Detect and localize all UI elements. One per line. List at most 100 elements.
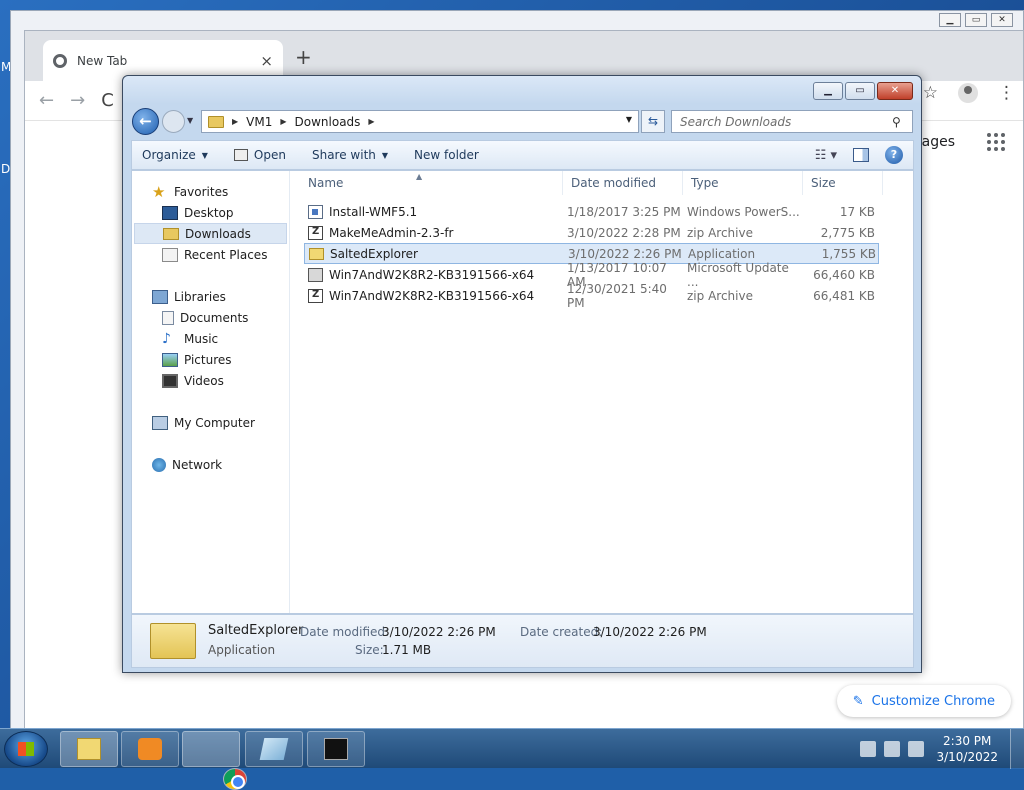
- pencil-icon: ✎: [852, 693, 864, 709]
- nav-desktop[interactable]: Desktop: [132, 202, 289, 223]
- tab-close-icon[interactable]: ×: [260, 52, 273, 70]
- nav-label: Network: [172, 457, 223, 472]
- address-bar[interactable]: ▶ VM1 ▶ Downloads ▶ ▼: [201, 110, 639, 133]
- taskbar-cmd-button[interactable]: [307, 731, 365, 767]
- media-player-icon: [138, 738, 162, 760]
- minimize-button[interactable]: ▁: [939, 13, 961, 27]
- file-row[interactable]: Win7AndW2K8R2-KB3191566-x64 12/30/2021 5…: [304, 282, 879, 310]
- back-arrow-icon[interactable]: ←: [39, 90, 54, 111]
- file-row[interactable]: MakeMeAdmin-2.3-fr 3/10/2022 2:28 PM zip…: [304, 222, 879, 243]
- documents-icon: [162, 310, 174, 325]
- search-icon[interactable]: ⚲: [892, 115, 912, 129]
- navigation-pane: ★ Favorites Desktop Downloads Recent Pla…: [132, 171, 290, 613]
- zip-archive-icon: [308, 288, 323, 303]
- show-desktop-button[interactable]: [1010, 729, 1024, 769]
- nav-downloads[interactable]: Downloads: [134, 223, 287, 244]
- update-package-icon: [308, 267, 323, 282]
- bookmark-star-icon[interactable]: ☆: [923, 83, 938, 103]
- nav-label: Pictures: [184, 352, 232, 367]
- chrome-tab-strip: New Tab × +: [25, 31, 1023, 81]
- nav-network[interactable]: Network: [132, 454, 289, 475]
- volume-icon[interactable]: [908, 741, 924, 757]
- details-pane: SaltedExplorer Application Date modified…: [131, 614, 914, 668]
- forward-button[interactable]: [162, 110, 185, 133]
- explorer-titlebar[interactable]: ▁ ▭ ✕: [123, 76, 921, 104]
- preview-pane-icon[interactable]: [853, 148, 869, 162]
- file-name: Install-WMF5.1: [329, 204, 418, 219]
- taskbar-explorer-button[interactable]: [60, 731, 118, 767]
- sort-ascending-icon: ▲: [416, 172, 423, 181]
- taskbar-app-button[interactable]: [245, 731, 303, 767]
- breadcrumb-separator-icon[interactable]: ▶: [232, 117, 238, 126]
- command-prompt-icon: [324, 738, 348, 760]
- explorer-maximize-button[interactable]: ▭: [845, 82, 875, 100]
- system-tray: [860, 741, 924, 757]
- share-with-button[interactable]: Share with ▼: [312, 148, 388, 162]
- nav-label: Desktop: [184, 205, 234, 220]
- clock[interactable]: 2:30 PM 3/10/2022: [936, 733, 998, 765]
- pictures-icon: [162, 352, 178, 367]
- taskbar-media-player-button[interactable]: [121, 731, 179, 767]
- breadcrumb-vm1[interactable]: VM1: [246, 115, 272, 129]
- nav-pictures[interactable]: Pictures: [132, 349, 289, 370]
- column-size[interactable]: Size: [803, 171, 883, 195]
- nav-music[interactable]: ♪ Music: [132, 328, 289, 349]
- details-size: 1.71 MB: [382, 643, 432, 657]
- refresh-button[interactable]: ⇆: [641, 110, 665, 133]
- forward-arrow-icon[interactable]: →: [70, 90, 85, 111]
- reload-icon[interactable]: C: [101, 90, 114, 111]
- explorer-window: ▁ ▭ ✕ ← ▼ ▶ VM1 ▶ Downloads ▶ ▼ ⇆ Search…: [122, 75, 922, 673]
- nav-libraries[interactable]: Libraries: [132, 286, 289, 307]
- application-icon: [259, 738, 289, 760]
- clock-date: 3/10/2022: [936, 750, 998, 764]
- network-icon[interactable]: [884, 741, 900, 757]
- file-row[interactable]: Install-WMF5.1 1/18/2017 3:25 PM Windows…: [304, 201, 879, 222]
- open-label: Open: [253, 148, 286, 162]
- nav-label: Documents: [180, 310, 249, 325]
- organize-button[interactable]: Organize ▼: [142, 148, 208, 162]
- nav-my-computer[interactable]: My Computer: [132, 412, 289, 433]
- new-tab-button[interactable]: +: [295, 45, 312, 69]
- chrome-icon: [223, 768, 247, 790]
- command-bar: Organize ▼ Open Share with ▼ New folder …: [131, 140, 914, 170]
- taskbar-chrome-button[interactable]: [182, 731, 247, 790]
- close-button[interactable]: ✕: [991, 13, 1013, 27]
- star-icon: ★: [152, 182, 166, 201]
- clock-time: 2:30 PM: [943, 734, 992, 748]
- maximize-button[interactable]: ▭: [965, 13, 987, 27]
- file-date: 3/10/2022 2:28 PM: [567, 225, 681, 240]
- search-input[interactable]: Search Downloads: [680, 115, 892, 129]
- nav-recent-places[interactable]: Recent Places: [132, 244, 289, 265]
- recent-pages-dropdown-icon[interactable]: ▼: [187, 116, 193, 125]
- nav-favorites[interactable]: ★ Favorites: [132, 181, 289, 202]
- nav-videos[interactable]: Videos: [132, 370, 289, 391]
- customize-chrome-button[interactable]: ✎ Customize Chrome: [836, 685, 1011, 717]
- open-button[interactable]: Open: [233, 148, 286, 162]
- column-name[interactable]: Name ▲: [290, 171, 563, 195]
- explorer-minimize-button[interactable]: ▁: [813, 82, 843, 100]
- google-apps-icon[interactable]: [987, 133, 1005, 151]
- explorer-close-button[interactable]: ✕: [877, 82, 913, 100]
- file-date: 1/18/2017 3:25 PM: [567, 204, 681, 219]
- videos-icon: [162, 373, 178, 388]
- search-box[interactable]: Search Downloads ⚲: [671, 110, 913, 133]
- start-button[interactable]: [4, 731, 48, 767]
- help-icon[interactable]: ?: [885, 146, 903, 164]
- breadcrumb-downloads[interactable]: Downloads: [295, 115, 361, 129]
- nav-documents[interactable]: Documents: [132, 307, 289, 328]
- breadcrumb-separator-icon[interactable]: ▶: [368, 117, 374, 126]
- details-type: Application: [208, 643, 276, 657]
- address-dropdown-icon[interactable]: ▼: [626, 115, 632, 124]
- back-button[interactable]: ←: [132, 108, 159, 135]
- column-date-modified[interactable]: Date modified: [563, 171, 683, 195]
- change-view-icon[interactable]: ☷ ▾: [815, 148, 837, 163]
- file-list: Name ▲ Date modified Type Size Install-W…: [290, 171, 913, 613]
- profile-avatar-icon[interactable]: [958, 83, 978, 103]
- new-folder-button[interactable]: New folder: [414, 148, 479, 162]
- action-center-icon[interactable]: [860, 741, 876, 757]
- chrome-menu-icon[interactable]: ⋮: [998, 83, 1015, 103]
- file-size: 66,481 KB: [813, 288, 875, 303]
- column-type[interactable]: Type: [683, 171, 803, 195]
- file-name: Win7AndW2K8R2-KB3191566-x64: [329, 288, 535, 303]
- breadcrumb-separator-icon[interactable]: ▶: [280, 117, 286, 126]
